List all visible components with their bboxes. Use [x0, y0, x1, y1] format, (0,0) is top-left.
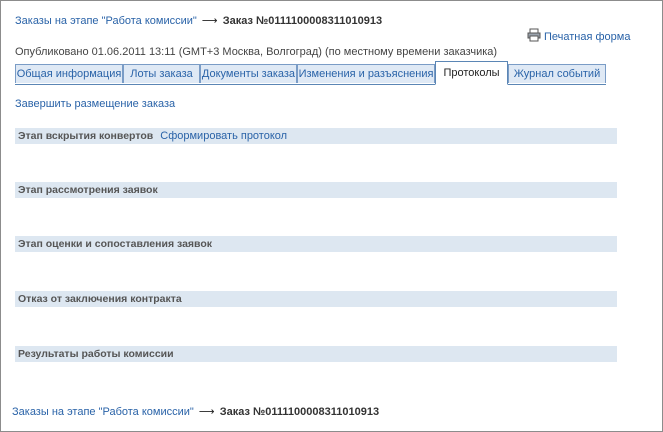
- breadcrumb-link[interactable]: Заказы на этапе "Работа комиссии": [15, 15, 197, 27]
- stage-title: Этап оценки и сопоставления заявок: [18, 238, 213, 250]
- breadcrumb-link[interactable]: Заказы на этапе "Работа комиссии": [12, 406, 194, 418]
- finish-order-link[interactable]: Завершить размещение заказа: [15, 98, 175, 110]
- stage-title: Отказ от заключения контракта: [18, 293, 182, 305]
- arrow-icon: ⟶: [198, 406, 215, 418]
- published-info: Опубликовано 01.06.2011 13:11 (GMT+3 Мос…: [15, 46, 498, 58]
- stage-title: Этап вскрытия конвертов: [18, 130, 154, 142]
- stage-contract-refusal: Отказ от заключения контракта: [15, 291, 617, 307]
- tab-documents[interactable]: Документы заказа: [200, 64, 297, 83]
- print-form-button[interactable]: Печатная форма: [527, 28, 630, 45]
- breadcrumb-top: Заказы на этапе "Работа комиссии" ⟶ Зака…: [15, 14, 382, 27]
- arrow-icon: ⟶: [201, 15, 218, 27]
- tab-bar: Общая информация Лоты заказа Документы з…: [15, 61, 606, 85]
- tab-general-info[interactable]: Общая информация: [15, 64, 123, 83]
- stage-title: Результаты работы комиссии: [18, 348, 174, 360]
- print-form-label[interactable]: Печатная форма: [544, 31, 630, 43]
- tab-changes[interactable]: Изменения и разъяснения: [297, 64, 435, 83]
- tab-protocols[interactable]: Протоколы: [435, 61, 508, 85]
- stage-commission-results: Результаты работы комиссии: [15, 346, 617, 362]
- tab-lots[interactable]: Лоты заказа: [123, 64, 200, 83]
- stage-application-review: Этап рассмотрения заявок: [15, 182, 617, 198]
- tab-event-log[interactable]: Журнал событий: [508, 64, 606, 83]
- order-number: Заказ №0111100008311010913: [222, 15, 383, 27]
- generate-protocol-link[interactable]: Сформировать протокол: [160, 130, 287, 142]
- stage-envelope-opening: Этап вскрытия конвертов Сформировать про…: [15, 128, 617, 144]
- printer-icon: [527, 28, 544, 45]
- breadcrumb-bottom: Заказы на этапе "Работа комиссии" ⟶ Зака…: [12, 405, 379, 418]
- order-number: Заказ №0111100008311010913: [219, 406, 380, 418]
- stage-evaluation: Этап оценки и сопоставления заявок: [15, 236, 617, 252]
- stage-title: Этап рассмотрения заявок: [18, 184, 158, 196]
